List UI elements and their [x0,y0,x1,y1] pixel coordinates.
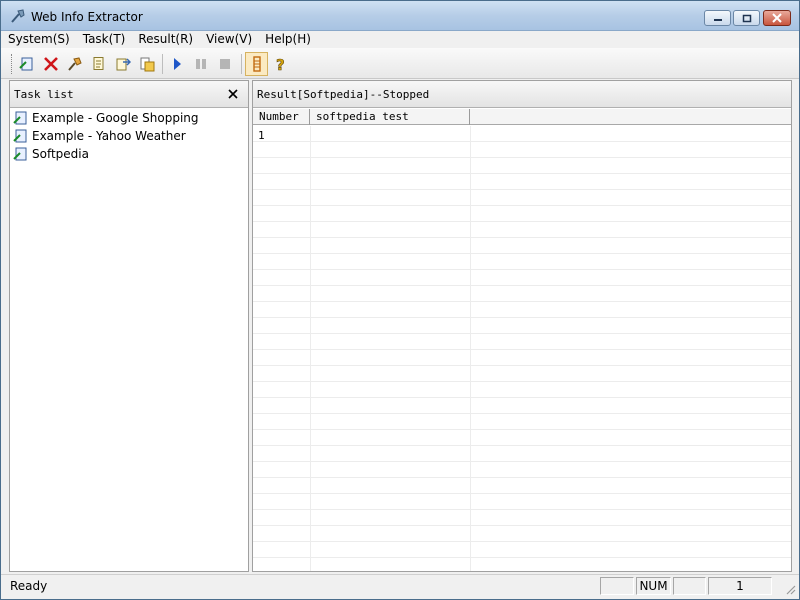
result-panel: Result[Softpedia]--Stopped Number softpe… [252,80,792,572]
status-count: 1 [708,577,772,595]
stop-icon [220,59,230,69]
table-cell[interactable]: 1 [258,129,265,142]
close-button[interactable] [763,10,791,26]
app-icon [11,9,25,23]
task-label: Example - Google Shopping [32,111,199,125]
result-column-headers: Number softpedia test [253,109,791,125]
new-task-icon [19,57,33,71]
task-list: Example - Google Shopping Example - Yaho… [10,109,248,163]
pause-icon [196,59,206,69]
app-window: Web Info Extractor System(S) Task(T) Res… [0,0,800,600]
result-grid: Number softpedia test 1 [253,109,791,571]
menu-task[interactable]: Task(T) [76,31,132,48]
minimize-button[interactable] [704,10,731,26]
task-list-title: Task list [14,88,74,101]
status-text: Ready [10,579,48,593]
status-pane [600,577,634,595]
title-bar[interactable]: Web Info Extractor [1,1,799,31]
task-list-panel: Task list Example - Google Shopping Exam… [9,80,249,572]
toolbar: ? [1,48,799,79]
grid-line [470,126,471,571]
minimize-icon [713,19,722,21]
menu-result[interactable]: Result(R) [131,31,199,48]
pause-button[interactable] [192,55,210,73]
new-task-button[interactable] [18,55,36,73]
delete-button[interactable] [42,55,60,73]
result-title: Result[Softpedia]--Stopped [257,88,430,101]
result-button[interactable] [245,52,268,76]
close-icon [772,13,782,23]
delete-icon [44,57,58,71]
start-button[interactable] [168,55,186,73]
status-pane [673,577,706,595]
edit-task-icon [68,57,82,71]
task-icon [13,129,27,143]
task-label: Softpedia [32,147,89,161]
task-icon [13,147,27,161]
import-icon [140,57,155,72]
result-icon [253,56,261,72]
help-icon: ? [276,56,285,72]
stop-button[interactable] [216,55,234,73]
maximize-button[interactable] [733,10,760,26]
copy-button[interactable] [90,55,108,73]
menu-help[interactable]: Help(H) [258,31,317,48]
edit-task-button[interactable] [66,55,84,73]
toolbar-separator [162,54,163,74]
column-header-number[interactable]: Number [253,109,310,125]
export-button[interactable] [114,55,132,73]
grid-line [310,126,311,571]
menu-bar: System(S) Task(T) Result(R) View(V) Help… [1,31,799,48]
result-header: Result[Softpedia]--Stopped [253,81,791,108]
toolbar-grip[interactable] [11,54,14,74]
play-icon [174,58,181,70]
close-icon[interactable] [227,88,239,100]
menu-system[interactable]: System(S) [1,31,76,48]
copy-icon [93,57,104,70]
svg-text:?: ? [276,56,285,72]
help-button[interactable]: ? [271,55,289,73]
task-icon [13,111,27,125]
window-title: Web Info Extractor [31,10,143,24]
resize-grip-icon[interactable] [784,583,796,595]
column-header-softpedia-test[interactable]: softpedia test [310,109,470,125]
restore-icon [742,14,751,23]
toolbar-separator [241,54,242,74]
export-icon [116,58,131,71]
result-rows [253,126,791,571]
menu-view[interactable]: View(V) [199,31,258,48]
task-item[interactable]: Softpedia [10,145,248,163]
import-button[interactable] [138,55,156,73]
status-num: NUM [636,577,671,595]
task-item[interactable]: Example - Google Shopping [10,109,248,127]
task-item[interactable]: Example - Yahoo Weather [10,127,248,145]
task-label: Example - Yahoo Weather [32,129,186,143]
status-bar: Ready NUM 1 [1,574,799,599]
task-list-header: Task list [10,81,248,108]
